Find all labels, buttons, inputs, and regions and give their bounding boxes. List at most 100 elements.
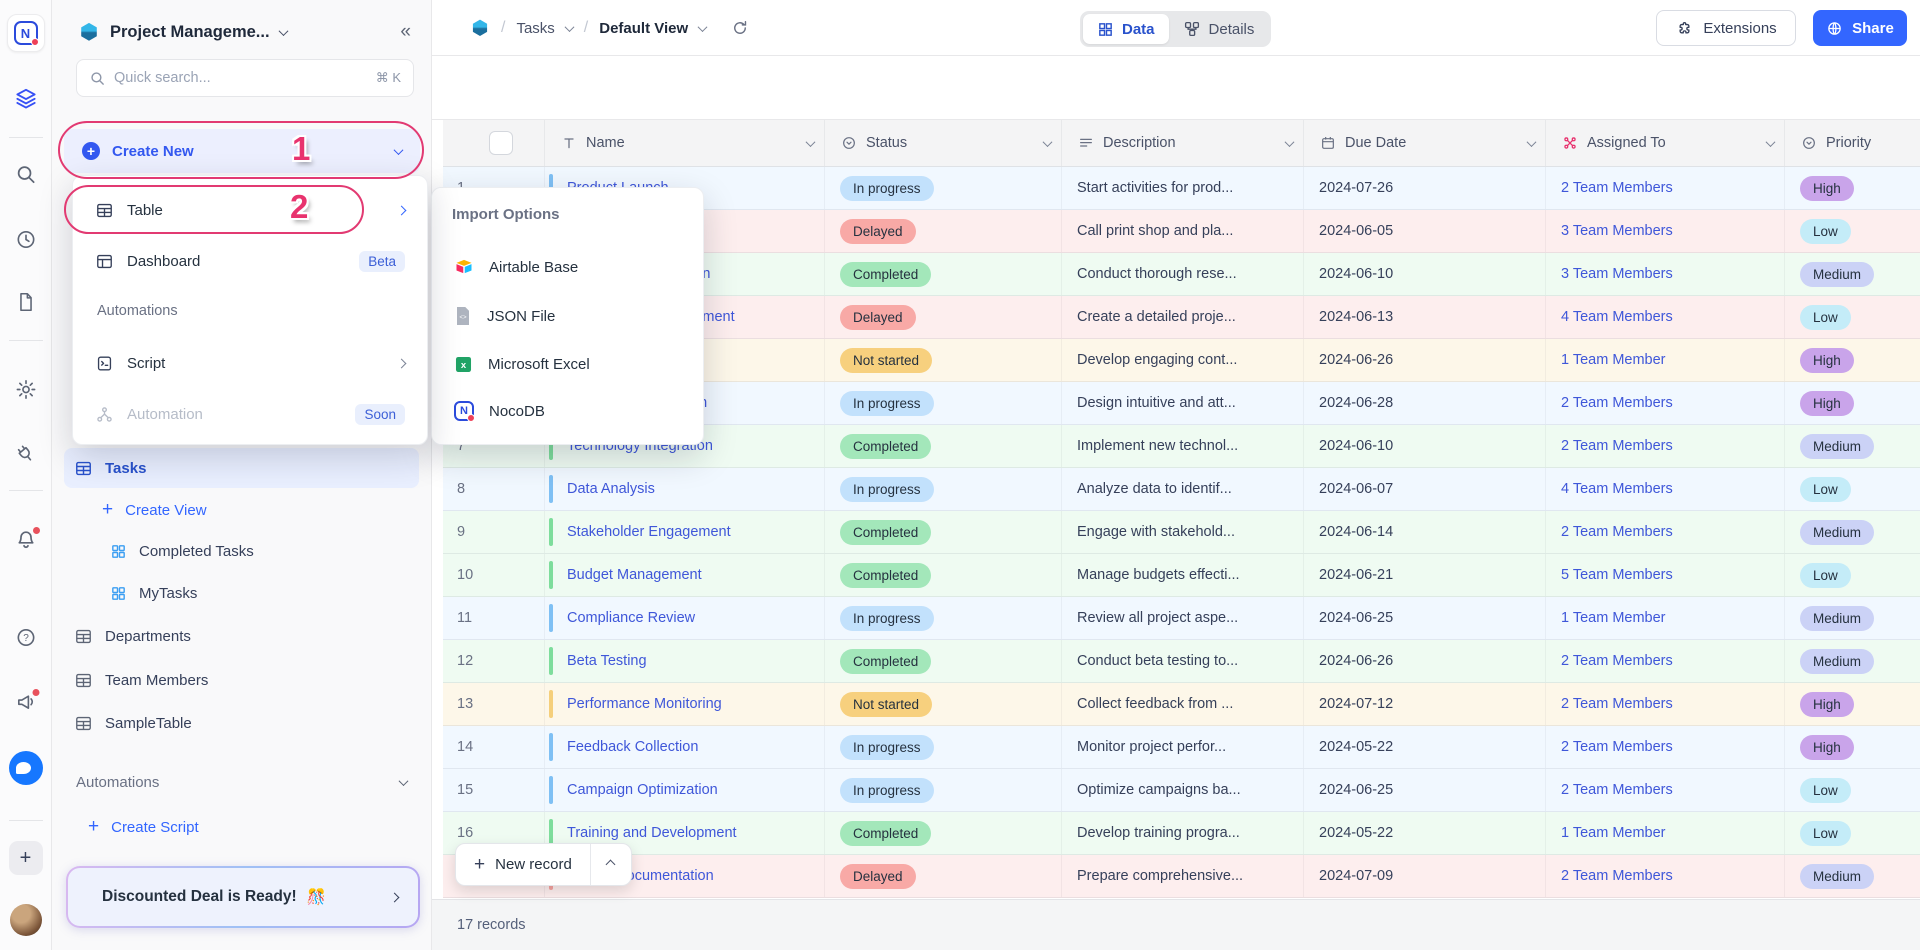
assigned-to-cell[interactable]: 2 Team Members [1546, 769, 1785, 811]
create-view-button[interactable]: + Create View [92, 492, 419, 528]
quick-search-input[interactable] [114, 70, 368, 86]
sidebar-item-tasks[interactable]: Tasks [64, 448, 419, 488]
due-date-cell[interactable]: 2024-06-21 [1304, 554, 1546, 596]
assigned-to-link[interactable]: 2 Team Members [1561, 868, 1673, 884]
status-badge[interactable]: Not started [840, 348, 932, 373]
menu-item-dashboard[interactable]: Dashboard Beta [83, 241, 417, 281]
import-item-json[interactable]: <> JSON File [440, 295, 695, 337]
announcements-icon[interactable] [14, 690, 37, 713]
priority-badge[interactable]: Low [1800, 305, 1851, 330]
assigned-to-cell[interactable]: 2 Team Members [1546, 726, 1785, 768]
row-number-cell[interactable]: 9 [443, 511, 545, 553]
create-script-button[interactable]: + Create Script [78, 809, 419, 845]
record-name-link[interactable]: Budget Management [567, 567, 702, 583]
status-badge[interactable]: Completed [840, 649, 931, 674]
assigned-to-cell[interactable]: 3 Team Members [1546, 253, 1785, 295]
status-cell[interactable]: Not started [825, 339, 1062, 381]
priority-badge[interactable]: Low [1800, 477, 1851, 502]
priority-badge[interactable]: High [1800, 391, 1854, 416]
quick-search[interactable]: ⌘ K [76, 59, 414, 97]
due-date-cell[interactable]: 2024-06-13 [1304, 296, 1546, 338]
description-cell[interactable]: Create a detailed proje... [1062, 296, 1304, 338]
status-cell[interactable]: Completed [825, 640, 1062, 682]
assigned-to-link[interactable]: 5 Team Members [1561, 567, 1673, 583]
status-cell[interactable]: In progress [825, 382, 1062, 424]
sidebar-item-sampletable[interactable]: SampleTable [64, 705, 419, 741]
priority-cell[interactable]: Medium [1785, 855, 1920, 897]
import-item-airtable[interactable]: Airtable Base [440, 246, 695, 288]
assigned-to-cell[interactable]: 4 Team Members [1546, 468, 1785, 510]
due-date-cell[interactable]: 2024-06-25 [1304, 769, 1546, 811]
description-cell[interactable]: Conduct thorough rese... [1062, 253, 1304, 295]
due-date-cell[interactable]: 2024-06-07 [1304, 468, 1546, 510]
description-cell[interactable]: Develop engaging cont... [1062, 339, 1304, 381]
name-cell[interactable]: Data Analysis [545, 468, 825, 510]
priority-cell[interactable]: Low [1785, 296, 1920, 338]
description-cell[interactable]: Optimize campaigns ba... [1062, 769, 1304, 811]
status-badge[interactable]: In progress [840, 606, 934, 631]
assigned-to-cell[interactable]: 2 Team Members [1546, 640, 1785, 682]
record-name-link[interactable]: Feedback Collection [567, 739, 698, 755]
priority-cell[interactable]: Medium [1785, 253, 1920, 295]
add-workspace-button[interactable]: + [9, 841, 43, 875]
tab-data[interactable]: Data [1083, 14, 1169, 44]
record-name-link[interactable]: Performance Monitoring [567, 696, 722, 712]
due-date-cell[interactable]: 2024-06-25 [1304, 597, 1546, 639]
assigned-to-link[interactable]: 3 Team Members [1561, 223, 1673, 239]
record-name-link[interactable]: Training and Development [567, 825, 737, 841]
row-number-cell[interactable]: 13 [443, 683, 545, 725]
share-button[interactable]: Share [1813, 10, 1907, 46]
status-cell[interactable]: Delayed [825, 210, 1062, 252]
chevron-down-icon[interactable] [1766, 137, 1776, 147]
due-date-cell[interactable]: 2024-06-28 [1304, 382, 1546, 424]
priority-badge[interactable]: Medium [1800, 262, 1874, 287]
breadcrumb-table[interactable]: Tasks [516, 20, 554, 37]
status-badge[interactable]: In progress [840, 391, 934, 416]
assigned-to-link[interactable]: 3 Team Members [1561, 266, 1673, 282]
description-cell[interactable]: Analyze data to identif... [1062, 468, 1304, 510]
column-header-priority[interactable]: Priority [1785, 120, 1920, 166]
status-cell[interactable]: Delayed [825, 296, 1062, 338]
search-icon[interactable] [14, 163, 37, 186]
status-badge[interactable]: Completed [840, 434, 931, 459]
assigned-to-cell[interactable]: 2 Team Members [1546, 511, 1785, 553]
priority-badge[interactable]: Medium [1800, 649, 1874, 674]
name-cell[interactable]: Compliance Review [545, 597, 825, 639]
status-cell[interactable]: Completed [825, 554, 1062, 596]
sidebar-view-mytasks[interactable]: MyTasks [100, 575, 419, 611]
assigned-to-link[interactable]: 4 Team Members [1561, 481, 1673, 497]
due-date-cell[interactable]: 2024-05-22 [1304, 726, 1546, 768]
name-cell[interactable]: Performance Monitoring [545, 683, 825, 725]
record-name-link[interactable]: Compliance Review [567, 610, 695, 626]
status-cell[interactable]: In progress [825, 468, 1062, 510]
name-cell[interactable]: Stakeholder Engagement [545, 511, 825, 553]
priority-cell[interactable]: High [1785, 167, 1920, 209]
due-date-cell[interactable]: 2024-06-14 [1304, 511, 1546, 553]
user-avatar[interactable] [10, 904, 42, 936]
status-cell[interactable]: Completed [825, 812, 1062, 854]
priority-cell[interactable]: Medium [1785, 597, 1920, 639]
notifications-bell-icon[interactable] [14, 528, 38, 552]
assigned-to-cell[interactable]: 5 Team Members [1546, 554, 1785, 596]
record-name-link[interactable]: Data Analysis [567, 481, 655, 497]
due-date-cell[interactable]: 2024-06-10 [1304, 253, 1546, 295]
assigned-to-link[interactable]: 2 Team Members [1561, 438, 1673, 454]
status-badge[interactable]: In progress [840, 735, 934, 760]
create-new-button[interactable]: + Create New [64, 129, 420, 173]
description-cell[interactable]: Engage with stakehold... [1062, 511, 1304, 553]
document-icon[interactable] [15, 291, 37, 313]
status-cell[interactable]: Completed [825, 511, 1062, 553]
column-header-assigned-to[interactable]: Assigned To [1546, 120, 1785, 166]
priority-badge[interactable]: Medium [1800, 434, 1874, 459]
assigned-to-link[interactable]: 2 Team Members [1561, 524, 1673, 540]
assigned-to-link[interactable]: 2 Team Members [1561, 180, 1673, 196]
record-name-link[interactable]: Stakeholder Engagement [567, 524, 731, 540]
column-header-due-date[interactable]: Due Date [1304, 120, 1546, 166]
assigned-to-link[interactable]: 2 Team Members [1561, 782, 1673, 798]
row-number-cell[interactable]: 12 [443, 640, 545, 682]
settings-gear-icon[interactable] [14, 378, 37, 401]
priority-cell[interactable]: Low [1785, 812, 1920, 854]
description-cell[interactable]: Call print shop and pla... [1062, 210, 1304, 252]
sidebar-item-team-members[interactable]: Team Members [64, 662, 419, 698]
priority-badge[interactable]: High [1800, 735, 1854, 760]
